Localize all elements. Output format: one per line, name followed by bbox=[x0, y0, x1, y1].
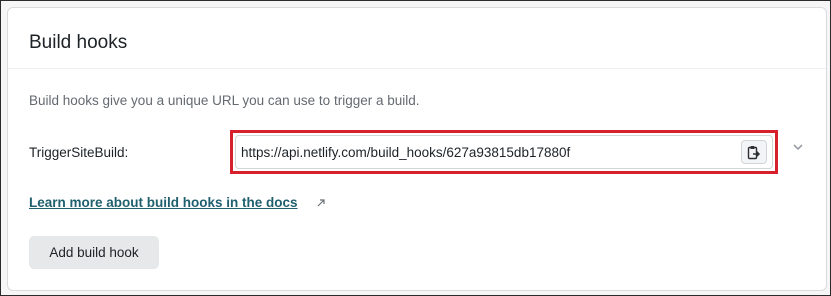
copy-to-clipboard-icon bbox=[747, 145, 761, 159]
section-title: Build hooks bbox=[29, 32, 128, 53]
build-hooks-card: Build hooks Build hooks give you a uniqu… bbox=[7, 7, 827, 291]
card-header: Build hooks bbox=[8, 8, 826, 69]
learn-more-link[interactable]: Learn more about build hooks in the docs bbox=[29, 195, 298, 210]
add-build-hook-button[interactable]: Add build hook bbox=[29, 236, 159, 269]
external-link-icon bbox=[317, 199, 325, 207]
build-hook-url[interactable]: https://api.netlify.com/build_hooks/627a… bbox=[241, 145, 570, 160]
section-description: Build hooks give you a unique URL you ca… bbox=[29, 93, 420, 108]
build-hook-name: TriggerSiteBuild: bbox=[29, 145, 129, 160]
window-frame: Build hooks Build hooks give you a uniqu… bbox=[0, 0, 831, 296]
expand-hook-button[interactable] bbox=[790, 139, 806, 155]
copy-url-button[interactable] bbox=[741, 140, 767, 164]
chevron-down-icon bbox=[793, 144, 803, 151]
build-hook-url-field[interactable]: https://api.netlify.com/build_hooks/627a… bbox=[235, 135, 773, 169]
